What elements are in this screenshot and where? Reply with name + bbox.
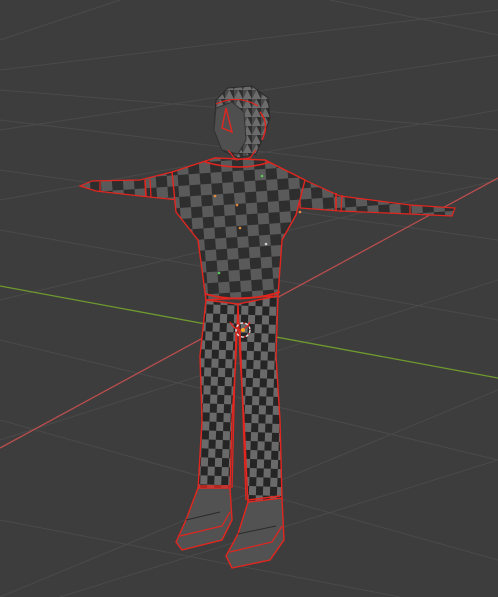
- grid-line: [0, 0, 121, 41]
- character-mesh-icon[interactable]: [78, 85, 456, 569]
- right-shoe: [225, 497, 285, 569]
- vertex-dot: [235, 203, 239, 207]
- grid-line: [329, 0, 498, 36]
- right-arm: [299, 177, 456, 217]
- vertex-dot: [217, 271, 221, 275]
- left-leg: [197, 299, 239, 491]
- 3d-viewport[interactable]: [0, 0, 498, 597]
- torso: [171, 157, 306, 301]
- left-shoe: [175, 487, 233, 551]
- vertex-dot: [260, 174, 264, 178]
- left-arm-edge: [144, 179, 147, 197]
- vertex-dot: [213, 194, 217, 198]
- viewport-canvas[interactable]: [0, 0, 498, 597]
- vertex-dot: [264, 242, 268, 246]
- vertex-dot: [298, 210, 302, 214]
- vertex-dot: [238, 226, 242, 230]
